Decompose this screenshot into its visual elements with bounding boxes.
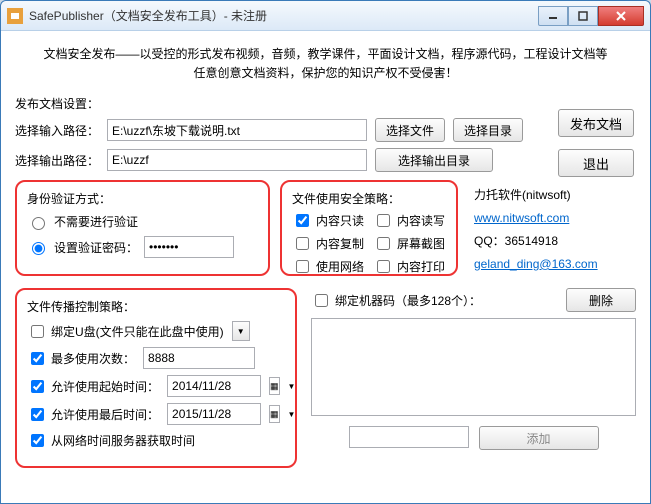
- max-use-checkbox[interactable]: [31, 352, 44, 365]
- add-button[interactable]: 添加: [479, 426, 599, 450]
- vendor-qq: 36514918: [505, 234, 558, 248]
- max-use-field[interactable]: [143, 347, 255, 369]
- exit-button[interactable]: 退出: [558, 149, 634, 177]
- usb-bind-checkbox[interactable]: [31, 325, 44, 338]
- start-date-picker-icon[interactable]: ▦: [269, 377, 280, 395]
- password-field[interactable]: [144, 236, 234, 258]
- end-date-picker-icon[interactable]: ▦: [269, 405, 280, 423]
- end-time-checkbox[interactable]: [31, 408, 44, 421]
- usb-dropdown-button[interactable]: ▼: [232, 321, 250, 341]
- vendor-info: 力托软件(nitwsoft) www.nitwsoft.com QQ：36514…: [468, 180, 636, 276]
- minimize-button[interactable]: [538, 6, 568, 26]
- no-auth-label: 不需要进行验证: [54, 213, 138, 230]
- input-path-label: 选择输入路径：: [15, 122, 99, 139]
- maximize-button[interactable]: [568, 6, 598, 26]
- policy-title: 文件使用安全策略：: [292, 190, 446, 207]
- print-checkbox[interactable]: [377, 260, 390, 273]
- publish-button[interactable]: 发布文档: [558, 109, 634, 137]
- select-dir-button[interactable]: 选择目录: [453, 118, 523, 142]
- copy-checkbox[interactable]: [296, 237, 309, 250]
- policy-box: 文件使用安全策略： 内容只读 内容读写 内容复制 屏幕截图 使用网络 内容打印: [280, 180, 458, 276]
- select-output-dir-button[interactable]: 选择输出目录: [375, 148, 493, 172]
- readonly-checkbox[interactable]: [296, 214, 309, 227]
- intro-text: 文档安全发布——以受控的形式发布视频，音频，教学课件，平面设计文档，程序源代码，…: [15, 45, 636, 83]
- machine-list[interactable]: [311, 318, 636, 416]
- window-title: SafePublisher（文档安全发布工具）- 未注册: [29, 7, 538, 24]
- network-checkbox[interactable]: [296, 260, 309, 273]
- set-pwd-radio[interactable]: [32, 242, 45, 255]
- readwrite-checkbox[interactable]: [377, 214, 390, 227]
- vendor-url-link[interactable]: www.nitwsoft.com: [474, 211, 569, 225]
- auth-box: 身份验证方式： 不需要进行验证 设置验证密码：: [15, 180, 270, 276]
- propagation-box: 文件传播控制策略： 绑定U盘(文件只能在此盘中使用) ▼ 最多使用次数： 允许使…: [15, 288, 297, 468]
- input-path-field[interactable]: [107, 119, 367, 141]
- propagation-title: 文件传播控制策略：: [27, 298, 285, 315]
- screenshot-checkbox[interactable]: [377, 237, 390, 250]
- output-path-label: 选择输出路径：: [15, 152, 99, 169]
- chevron-down-icon[interactable]: ▼: [288, 382, 296, 391]
- window: SafePublisher（文档安全发布工具）- 未注册 文档安全发布——以受控…: [0, 0, 651, 504]
- chevron-down-icon[interactable]: ▼: [288, 410, 296, 419]
- set-pwd-label: 设置验证密码：: [54, 239, 138, 256]
- no-auth-radio[interactable]: [32, 217, 45, 230]
- titlebar[interactable]: SafePublisher（文档安全发布工具）- 未注册: [1, 1, 650, 31]
- machine-panel: 绑定机器码（最多128个）： 删除 添加: [311, 288, 636, 468]
- net-time-checkbox[interactable]: [31, 434, 44, 447]
- vendor-email-link[interactable]: geland_ding@163.com: [474, 257, 598, 271]
- output-path-field[interactable]: [107, 149, 367, 171]
- app-icon: [7, 8, 23, 24]
- select-file-button[interactable]: 选择文件: [375, 118, 445, 142]
- settings-header: 发布文档设置：: [15, 95, 636, 112]
- close-button[interactable]: [598, 6, 644, 26]
- end-date-field[interactable]: [167, 403, 261, 425]
- machine-code-field[interactable]: [349, 426, 469, 448]
- auth-title: 身份验证方式：: [27, 190, 258, 207]
- start-time-checkbox[interactable]: [31, 380, 44, 393]
- delete-button[interactable]: 删除: [566, 288, 636, 312]
- bind-machine-checkbox[interactable]: [315, 294, 328, 307]
- vendor-company: 力托软件(nitwsoft): [474, 184, 636, 207]
- start-date-field[interactable]: [167, 375, 261, 397]
